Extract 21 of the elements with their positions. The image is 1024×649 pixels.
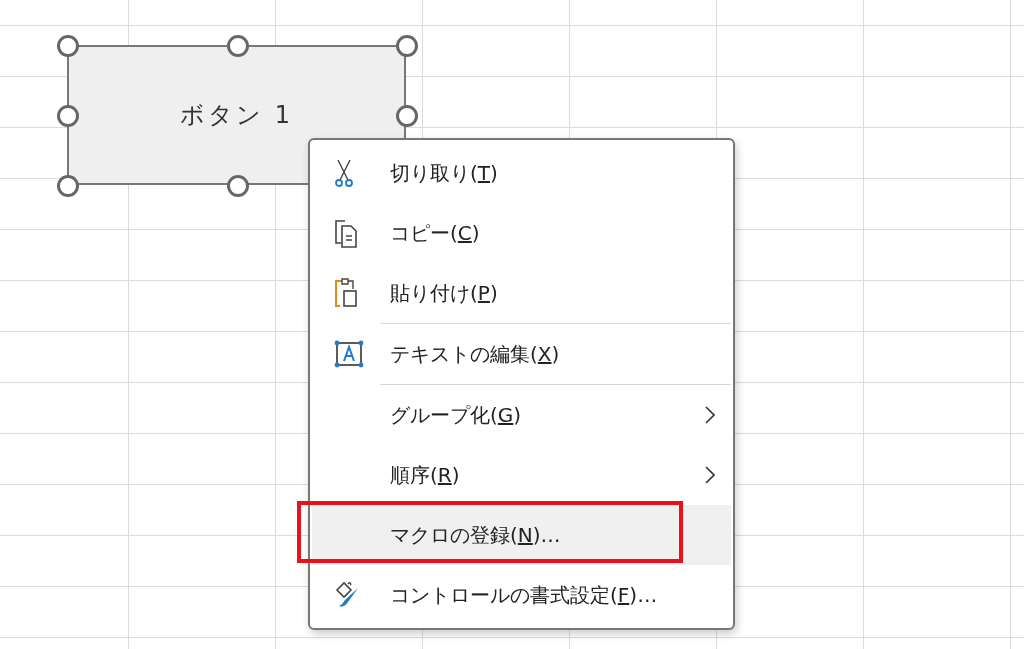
resize-handle[interactable] [57,175,79,197]
menu-item[interactable]: マクロの登録(N)… [312,505,731,565]
menu-item[interactable]: コントロールの書式設定(F)… [312,565,731,625]
text-box-icon [334,340,364,368]
resize-handle[interactable] [226,35,249,57]
resize-handle[interactable] [396,105,418,127]
resize-handle[interactable] [57,105,79,127]
chevron-right-icon [705,406,715,424]
menu-item[interactable]: テキストの編集(X) [312,324,731,384]
copy-icon [334,218,358,248]
resize-handle[interactable] [226,175,249,197]
menu-item[interactable]: コピー(C) [312,203,731,263]
clipboard-icon [334,277,358,309]
menu-item[interactable]: グループ化(G) [312,385,731,445]
button-label: ボタン 1 [180,100,293,131]
menu-item[interactable]: 順序(R) [312,445,731,505]
menu-item[interactable]: 貼り付け(P) [312,263,731,323]
resize-handle[interactable] [396,35,418,57]
scissors-icon [334,158,354,188]
chevron-right-icon [705,466,715,484]
resize-handle[interactable] [57,35,79,57]
